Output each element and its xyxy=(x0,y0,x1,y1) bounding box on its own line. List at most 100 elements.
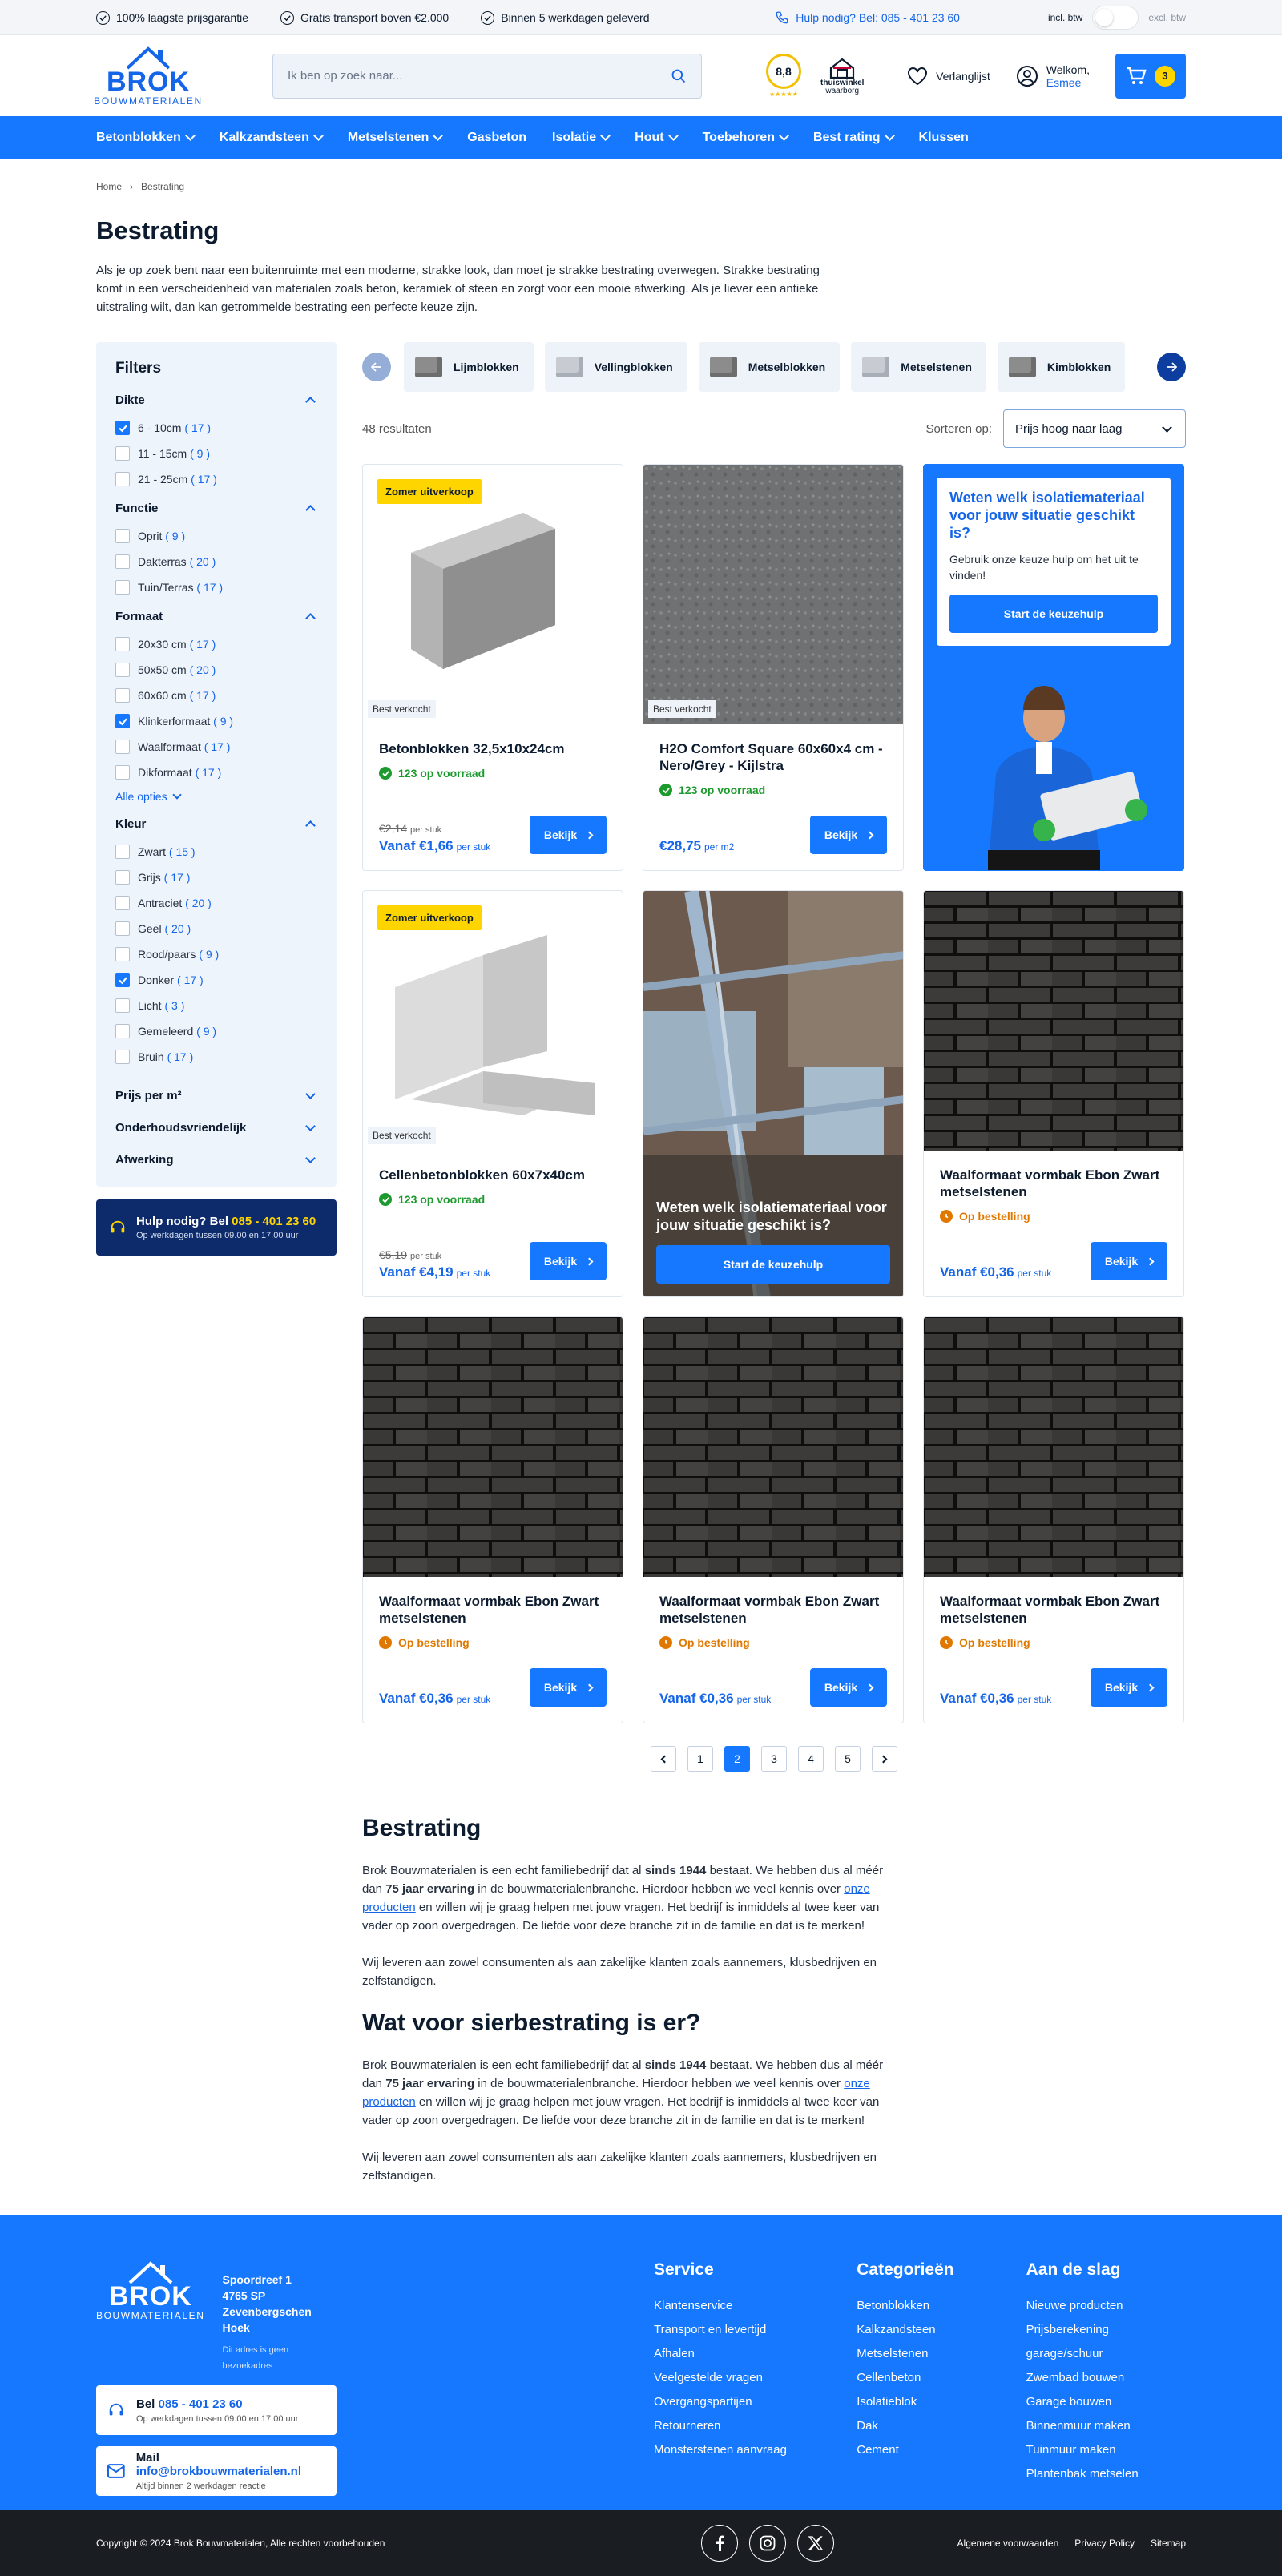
product-card[interactable]: Zomer uitverkoop Best verkocht Cellenbet… xyxy=(362,890,623,1297)
footer-link[interactable]: Betonblokken xyxy=(857,2294,1026,2318)
footer-link[interactable]: Dak xyxy=(857,2414,1026,2438)
nav-item-metselstenen[interactable]: Metselstenen xyxy=(348,131,444,145)
checkbox[interactable] xyxy=(115,870,130,885)
footer-link[interactable]: Monsterstenen aanvraag xyxy=(654,2438,857,2462)
filter-option[interactable]: Licht ( 3 ) xyxy=(115,993,317,1018)
filter-option[interactable]: Bruin ( 17 ) xyxy=(115,1044,317,1070)
filter-option[interactable]: Donker ( 17 ) xyxy=(115,967,317,993)
start-keuzehulp-button[interactable]: Start de keuzehulp xyxy=(949,595,1158,633)
checkbox[interactable] xyxy=(115,1024,130,1038)
product-card[interactable]: Best verkocht H2O Comfort Square 60x60x4… xyxy=(643,464,904,871)
footer-link[interactable]: Metselstenen xyxy=(857,2342,1026,2366)
footer-link[interactable]: Tuinmuur maken xyxy=(1026,2438,1186,2462)
checkbox[interactable] xyxy=(115,973,130,987)
wishlist-link[interactable]: Verlanglijst xyxy=(907,67,990,86)
view-product-button[interactable]: Bekijk xyxy=(530,816,607,854)
checkbox[interactable] xyxy=(115,446,130,461)
carousel-next-button[interactable] xyxy=(1157,353,1186,381)
footer-link[interactable]: Zwembad bouwen xyxy=(1026,2366,1186,2390)
start-keuzehulp-button[interactable]: Start de keuzehulp xyxy=(656,1245,890,1284)
nav-item-hout[interactable]: Hout xyxy=(635,131,679,145)
filter-option[interactable]: Waalformaat ( 17 ) xyxy=(115,734,317,760)
help-phone-link[interactable]: Hulp nodig? Bel: 085 - 401 23 60 xyxy=(775,10,960,25)
breadcrumb-home[interactable]: Home xyxy=(96,181,122,192)
footer-link[interactable]: Cellenbeton xyxy=(857,2366,1026,2390)
checkbox[interactable] xyxy=(115,998,130,1013)
filter-group-header[interactable]: Dikte xyxy=(115,393,317,407)
page-5[interactable]: 5 xyxy=(835,1746,861,1772)
footer-logo[interactable]: BROK BOUWMATERIALEN xyxy=(96,2260,205,2374)
btw-toggle[interactable] xyxy=(1092,6,1139,30)
carousel-prev-button[interactable] xyxy=(362,353,391,381)
sidebar-help-box[interactable]: Hulp nodig? Bel 085 - 401 23 60 Op werkd… xyxy=(96,1199,337,1256)
page-4[interactable]: 4 xyxy=(798,1746,824,1772)
view-product-button[interactable]: Bekijk xyxy=(530,1242,607,1280)
nav-item-klussen[interactable]: Klussen xyxy=(919,131,969,145)
nav-item-best-rating[interactable]: Best rating xyxy=(813,131,895,145)
footer-link[interactable]: Nieuwe producten xyxy=(1026,2294,1186,2318)
product-card[interactable]: Waalformaat vormbak Ebon Zwart metselste… xyxy=(643,1316,904,1723)
nav-item-gasbeton[interactable]: Gasbeton xyxy=(467,131,526,145)
page-2[interactable]: 2 xyxy=(724,1746,750,1772)
product-card[interactable]: Waalformaat vormbak Ebon Zwart metselste… xyxy=(362,1316,623,1723)
filter-option[interactable]: 50x50 cm ( 20 ) xyxy=(115,657,317,683)
filter-group-header[interactable]: Kleur xyxy=(115,817,317,831)
kiyoh-badge[interactable]: 8,8 ★★★★★ xyxy=(766,54,801,98)
view-product-button[interactable]: Bekijk xyxy=(1091,1242,1167,1280)
checkbox[interactable] xyxy=(115,637,130,651)
checkbox[interactable] xyxy=(115,765,130,780)
filter-option[interactable]: 21 - 25cm ( 17 ) xyxy=(115,466,317,492)
product-card[interactable]: Waalformaat vormbak Ebon Zwart metselste… xyxy=(923,1316,1184,1723)
checkbox[interactable] xyxy=(115,663,130,677)
sort-select[interactable]: Prijs hoog naar laag xyxy=(1003,409,1186,448)
checkbox[interactable] xyxy=(115,845,130,859)
page-3[interactable]: 3 xyxy=(761,1746,787,1772)
category-metselblokken[interactable]: Metselblokken xyxy=(698,342,841,392)
sitemap-link[interactable]: Sitemap xyxy=(1151,2538,1186,2549)
footer-link[interactable]: Transport en levertijd xyxy=(654,2318,857,2342)
pagination-next[interactable] xyxy=(872,1746,897,1772)
filter-option[interactable]: Oprit ( 9 ) xyxy=(115,523,317,549)
privacy-link[interactable]: Privacy Policy xyxy=(1074,2538,1135,2549)
product-card[interactable]: Zomer uitverkoop Best verkocht Betonblok… xyxy=(362,464,623,871)
footer-link[interactable]: Klantenservice xyxy=(654,2294,857,2318)
footer-link[interactable]: Veelgestelde vragen xyxy=(654,2366,857,2390)
footer-link[interactable]: Binnenmuur maken xyxy=(1026,2414,1186,2438)
footer-link[interactable]: Overgangspartijen xyxy=(654,2390,857,2414)
filter-option[interactable]: Dakterras ( 20 ) xyxy=(115,549,317,574)
footer-mail-card[interactable]: Mail info@brokbouwmaterialen.nl Altijd bi… xyxy=(96,2446,337,2496)
filter-prijs-per-m2[interactable]: Prijs per m² xyxy=(115,1079,317,1111)
checkbox[interactable] xyxy=(115,529,130,543)
cart-button[interactable]: 3 xyxy=(1115,53,1186,99)
x-twitter-icon[interactable] xyxy=(797,2525,835,2562)
footer-call-card[interactable]: Bel 085 - 401 23 60 Op werkdagen tussen 0… xyxy=(96,2385,337,2435)
thuiswinkel-badge[interactable]: thuiswinkel waarborg xyxy=(820,57,864,95)
filter-option[interactable]: Rood/paars ( 9 ) xyxy=(115,941,317,967)
footer-link[interactable]: Isolatieblok xyxy=(857,2390,1026,2414)
product-card[interactable]: Waalformaat vormbak Ebon Zwart metselste… xyxy=(923,890,1184,1297)
checkbox[interactable] xyxy=(115,714,130,728)
filter-group-header[interactable]: Formaat xyxy=(115,610,317,623)
footer-link[interactable]: Retourneren xyxy=(654,2414,857,2438)
checkbox[interactable] xyxy=(115,740,130,754)
filter-option[interactable]: 11 - 15cm ( 9 ) xyxy=(115,441,317,466)
brok-logo[interactable]: BROK BOUWMATERIALEN xyxy=(94,46,201,107)
footer-link[interactable]: Cement xyxy=(857,2438,1026,2462)
category-kimblokken[interactable]: Kimblokken xyxy=(997,342,1126,392)
filter-option[interactable]: Zwart ( 15 ) xyxy=(115,839,317,865)
category-lijmblokken[interactable]: Lijmblokken xyxy=(404,342,534,392)
footer-link[interactable]: Afhalen xyxy=(654,2342,857,2366)
show-all-options-link[interactable]: Alle opties xyxy=(115,790,317,803)
view-product-button[interactable]: Bekijk xyxy=(530,1668,607,1707)
footer-link[interactable]: Prijsberekening garage/schuur xyxy=(1026,2318,1186,2366)
search-input[interactable] xyxy=(288,69,671,83)
checkbox[interactable] xyxy=(115,554,130,569)
footer-link[interactable]: Kalkzandsteen xyxy=(857,2318,1026,2342)
filter-onderhoudsvriendelijk[interactable]: Onderhoudsvriendelijk xyxy=(115,1111,317,1143)
filter-option[interactable]: 60x60 cm ( 17 ) xyxy=(115,683,317,708)
view-product-button[interactable]: Bekijk xyxy=(810,816,887,854)
footer-link[interactable]: Garage bouwen xyxy=(1026,2390,1186,2414)
filter-option[interactable]: Antraciet ( 20 ) xyxy=(115,890,317,916)
filter-option[interactable]: 20x30 cm ( 17 ) xyxy=(115,631,317,657)
filter-option[interactable]: Dikformaat ( 17 ) xyxy=(115,760,317,785)
